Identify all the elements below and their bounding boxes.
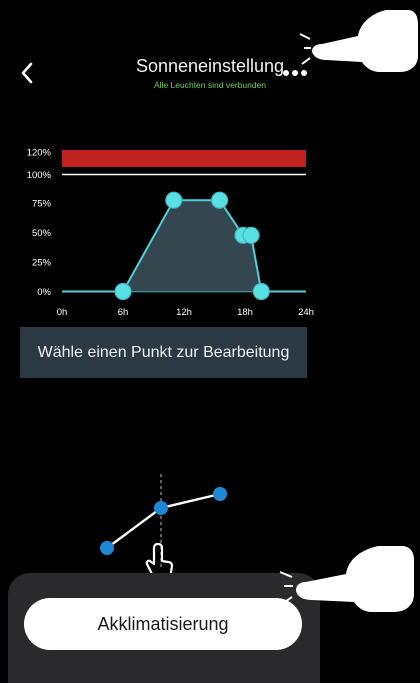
y-tick-label: 120% [27,148,52,159]
x-tick-label: 0h [57,307,68,318]
x-axis-ticks: 0h 6h 12h 18h 24h [57,307,314,318]
curve-control-point[interactable] [165,191,183,209]
curve-control-point[interactable] [114,282,132,301]
pointing-hand-icon [299,10,418,72]
y-tick-label: 0% [37,287,51,298]
x-tick-label: 12h [176,307,192,318]
x-tick-label: 24h [298,307,314,318]
y-tick-label: 50% [32,228,52,239]
x-tick-label: 18h [237,307,253,318]
pointing-hand-icon [279,546,414,612]
curve-control-point[interactable] [242,226,260,244]
curve-control-point[interactable] [211,191,229,209]
connection-status: Alle Leuchten sind verbunden [154,80,266,90]
y-axis-ticks: 0% 25% 50% 75% 100% 120% [27,148,52,299]
curve-fill [62,200,306,292]
overlimit-band [62,150,306,167]
sun-curve-chart[interactable]: 0% 25% 50% 75% 100% 120% 0h 6h 12h 18h 24h [0,135,330,325]
y-tick-label: 100% [27,170,52,181]
line-graph-illustration [100,474,227,580]
y-tick-label: 75% [32,199,52,210]
curve-control-point[interactable] [252,282,270,301]
edit-prompt: Wähle einen Punkt zur Bearbeitung [20,327,307,378]
x-tick-label: 6h [118,307,129,318]
y-tick-label: 25% [32,258,52,269]
acclimatization-button[interactable]: Akklimatisierung [24,598,302,650]
